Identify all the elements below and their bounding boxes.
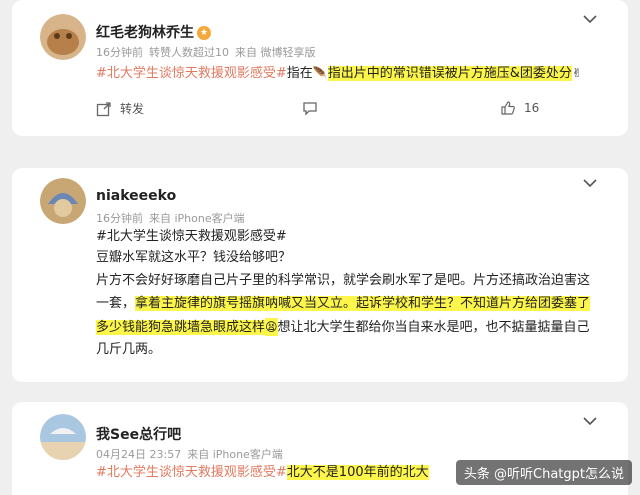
post-content: #北大学生谈惊天救援观影感受#北大不是100年前的北大: [96, 464, 429, 482]
highlighted-text: 指出片中的常识错误被片方施压&团委处分: [327, 66, 572, 81]
post-meta: 04月24日 23:57 来自 iPhone客户端: [96, 446, 289, 462]
feather-emoji-icon: 🪶: [312, 66, 328, 80]
username[interactable]: niakeeeko: [96, 188, 176, 204]
post-text-line-2: 片方不会好好琢磨自己片子里的科学常识，就学会刷水军了是吧。片方还搞政治迫害这: [96, 273, 591, 288]
comment-icon: [303, 102, 317, 116]
post-text: 一套，: [96, 296, 136, 311]
highlighted-text: 拿着主旋律的旗号摇旗呐喊又当又立。起诉学校和学生？不知道片方给团委塞了: [135, 296, 591, 311]
hashtag-link[interactable]: #北大学生谈惊天救援观影感受#: [96, 228, 287, 246]
share-button[interactable]: 转发: [96, 100, 144, 117]
post-meta: 16分钟前 转赞人数超过10 来自 微博轻享版: [96, 44, 322, 60]
username-text[interactable]: 红毛老狗林乔生: [96, 25, 194, 41]
post-card-1: 红毛老狗林乔生 ★ 16分钟前 转赞人数超过10 来自 微博轻享版 #北大学生谈惊天救…: [12, 0, 628, 136]
post-source: 来自 iPhone客户端: [149, 212, 245, 225]
post-time: 16分钟前: [96, 46, 143, 59]
hashtag-link[interactable]: #北大学生谈惊天救援观影感受#: [96, 465, 287, 480]
highlighted-text: 北大不是100年前的北大: [286, 465, 429, 480]
username[interactable]: 红毛老狗林乔生 ★: [96, 22, 211, 42]
avatar[interactable]: [40, 414, 86, 460]
chevron-down-icon[interactable]: [582, 416, 598, 426]
avatar[interactable]: [40, 14, 86, 60]
comment-button[interactable]: [302, 100, 326, 116]
post-text: 指在: [286, 66, 313, 81]
post-text: 想让北大学生都给你当自来水是吧，也不掂量掂量自己: [277, 320, 590, 335]
username[interactable]: 我See总行吧: [96, 424, 181, 444]
post-time: 04月24日 23:57: [96, 448, 182, 461]
share-icon: [96, 101, 111, 116]
thumbs-up-icon: [501, 101, 515, 115]
post-text-line-4: 多少钱能狗急跳墙急眼成这样😫想让北大学生都给你当自来水是吧，也不掂量掂量自己: [96, 318, 590, 337]
post-text-line-5: 几斤几两。: [96, 342, 162, 357]
action-bar: 转发 16: [12, 90, 628, 130]
share-label: 转发: [120, 102, 145, 116]
post-card-2: niakeeeko 16分钟前 来自 iPhone客户端 #北大学生谈惊天救援观影…: [12, 168, 628, 382]
highlighted-text: 多少钱能狗急跳墙急眼成这样: [96, 320, 266, 335]
repost-count-note: 转赞人数超过10: [149, 46, 229, 59]
avatar[interactable]: [40, 178, 86, 224]
post-text-line-1: 豆瓣水军就这水平？钱没给够吧？: [96, 250, 292, 265]
post-source: 来自 微博轻享版: [235, 46, 316, 59]
post-source: 来自 iPhone客户端: [187, 448, 283, 461]
like-button[interactable]: 16: [500, 100, 539, 116]
tired-face-emoji-icon: 😫: [265, 318, 278, 336]
vip-badge-icon: ★: [197, 26, 211, 40]
post-meta: 16分钟前 来自 iPhone客户端: [96, 210, 251, 226]
hashtag-link[interactable]: #北大学生谈惊天救援观影感受#: [96, 66, 287, 81]
chevron-down-icon[interactable]: [582, 14, 598, 24]
chevron-down-icon[interactable]: [582, 178, 598, 188]
post-time: 16分钟前: [96, 212, 143, 225]
post-text-line-3: 一套，拿着主旋律的旗号摇旗呐喊又当又立。起诉学校和学生？不知道片方给团委塞了: [96, 295, 591, 313]
like-count: 16: [524, 101, 540, 115]
victory-hand-emoji-icon: ✌: [571, 66, 582, 80]
watermark: 头条 @听听Chatgpt怎么说: [455, 460, 632, 485]
post-content: #北大学生谈惊天救援观影感受#指在🪶指出片中的常识错误被片方施压&团委处分✌: [96, 64, 582, 83]
